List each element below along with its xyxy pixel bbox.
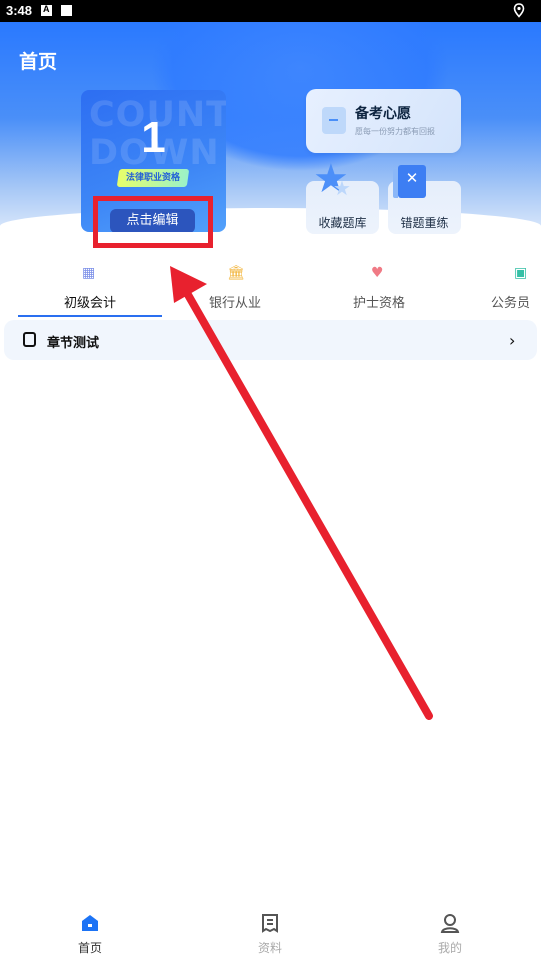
civil-servant-icon: ▣ xyxy=(514,265,528,281)
exam-badge: 法律职业资格 xyxy=(116,169,190,187)
user-icon xyxy=(440,914,460,933)
tab-accounting[interactable]: 初级会计 xyxy=(64,292,116,311)
nav-resources-label: 资料 xyxy=(257,941,282,955)
tab-civil-servant[interactable]: 公务员 xyxy=(491,292,541,311)
nav-home-label: 首页 xyxy=(77,941,102,955)
tab-banking[interactable]: 银行从业 xyxy=(209,292,261,311)
wish-subtitle: 愿每一份努力都有回报 xyxy=(355,127,435,136)
bank-icon: 🏛 xyxy=(227,265,245,281)
home-icon xyxy=(82,915,98,931)
status-time: 3:48 xyxy=(6,3,33,18)
notebook-icon xyxy=(23,332,36,347)
heart-icon: ♥ xyxy=(371,265,384,281)
exam-badge-label: 法律职业资格 xyxy=(125,173,180,183)
mistake-book-icon: ✕ xyxy=(393,165,426,198)
nav-profile-label: 我的 xyxy=(437,941,462,955)
location-icon xyxy=(513,3,525,21)
wish-title: 备考心愿 xyxy=(355,106,411,122)
pencil-icon xyxy=(322,107,346,134)
wish-card[interactable]: 备考心愿 愿每一份努力都有回报 xyxy=(306,89,461,153)
tab-nursing[interactable]: 护士资格 xyxy=(353,292,405,311)
document-icon xyxy=(262,914,278,933)
status-bar: 3:48 xyxy=(0,0,541,22)
accounting-icon: ▦ xyxy=(82,265,96,281)
favorites-label: 收藏题库 xyxy=(318,216,367,230)
countdown-days: 1 xyxy=(141,113,166,162)
tab-active-underline xyxy=(18,315,162,317)
notification-square-icon xyxy=(61,5,72,16)
star-small-icon: ★ xyxy=(333,176,351,200)
chevron-right-icon: › xyxy=(509,331,516,350)
annotation-highlight-box xyxy=(93,196,213,248)
mistakes-label: 错题重练 xyxy=(400,216,449,230)
bottom-nav: 首页 资料 我的 xyxy=(0,905,541,962)
nav-profile[interactable]: 我的 xyxy=(405,905,495,956)
nav-home[interactable]: 首页 xyxy=(45,905,135,956)
page-title: 首页 xyxy=(19,52,58,73)
nav-resources[interactable]: 资料 xyxy=(225,905,315,956)
chapter-test-label: 章节测试 xyxy=(47,336,100,351)
chapter-test-row[interactable]: 章节测试 › xyxy=(4,320,537,360)
notification-icon xyxy=(41,4,52,16)
